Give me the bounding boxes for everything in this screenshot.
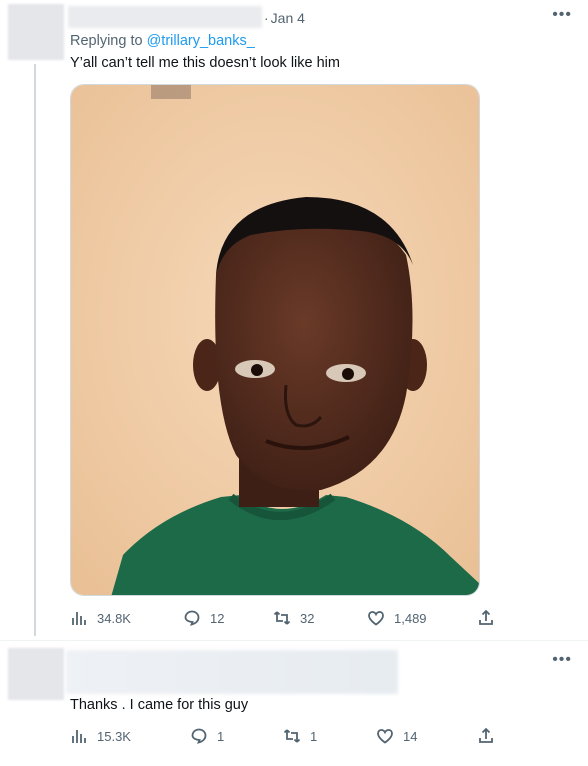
- replying-to: Replying to @trillary_banks_: [70, 33, 255, 49]
- share-icon: [479, 609, 493, 625]
- share-button[interactable]: [477, 727, 504, 745]
- analytics-icon: [72, 730, 86, 743]
- views-button[interactable]: 34.8K: [70, 609, 131, 627]
- share-button[interactable]: [477, 609, 504, 627]
- tweet-actions: 34.8K 12 32 1,489: [70, 609, 500, 629]
- like-button[interactable]: 14: [376, 727, 417, 745]
- photo-illustration: [71, 85, 479, 595]
- reply-button[interactable]: 1: [190, 727, 224, 745]
- tweet-photo[interactable]: [70, 84, 480, 596]
- views-button[interactable]: 15.3K: [70, 727, 131, 745]
- retweet-button[interactable]: 32: [273, 609, 314, 627]
- avatar[interactable]: [8, 4, 64, 60]
- reply-icon: [191, 728, 207, 744]
- redacted-author-name: [66, 650, 398, 694]
- avatar[interactable]: [8, 648, 64, 700]
- reply-count: 1: [217, 728, 225, 744]
- more-icon[interactable]: •••: [552, 652, 572, 668]
- heart-icon: [377, 729, 393, 744]
- retweet-count: 32: [300, 610, 315, 626]
- tweet-actions: 15.3K 1 1 14: [70, 727, 500, 747]
- reply-count: 12: [210, 610, 225, 626]
- tweet-text: Thanks . I came for this guy: [70, 697, 249, 713]
- redacted-author-name: [68, 6, 262, 28]
- retweet-count: 1: [310, 728, 318, 744]
- more-icon[interactable]: •••: [552, 7, 572, 23]
- like-count: 14: [403, 728, 418, 744]
- replying-label: Replying to: [70, 33, 143, 49]
- tweet-date[interactable]: · Jan 4: [264, 10, 305, 26]
- views-count: 34.8K: [97, 610, 131, 626]
- retweet-icon: [273, 611, 291, 625]
- tweet-text: Y’all can’t tell me this doesn’t look li…: [70, 55, 340, 71]
- analytics-icon: [72, 612, 86, 625]
- share-icon: [479, 727, 493, 743]
- reply-icon: [184, 610, 200, 626]
- like-count: 1,489: [394, 610, 427, 626]
- like-button[interactable]: 1,489: [367, 609, 427, 627]
- reply-button[interactable]: 12: [183, 609, 224, 627]
- tweet[interactable]: ••• Thanks . I came for this guy 15.3K 1…: [0, 640, 588, 766]
- retweet-button[interactable]: 1: [283, 727, 317, 745]
- views-count: 15.3K: [97, 728, 131, 744]
- heart-icon: [368, 611, 384, 626]
- replying-handle-link[interactable]: @trillary_banks_: [147, 33, 255, 49]
- tweet[interactable]: · Jan 4 ••• Replying to @trillary_banks_ …: [0, 0, 588, 640]
- retweet-icon: [283, 729, 301, 743]
